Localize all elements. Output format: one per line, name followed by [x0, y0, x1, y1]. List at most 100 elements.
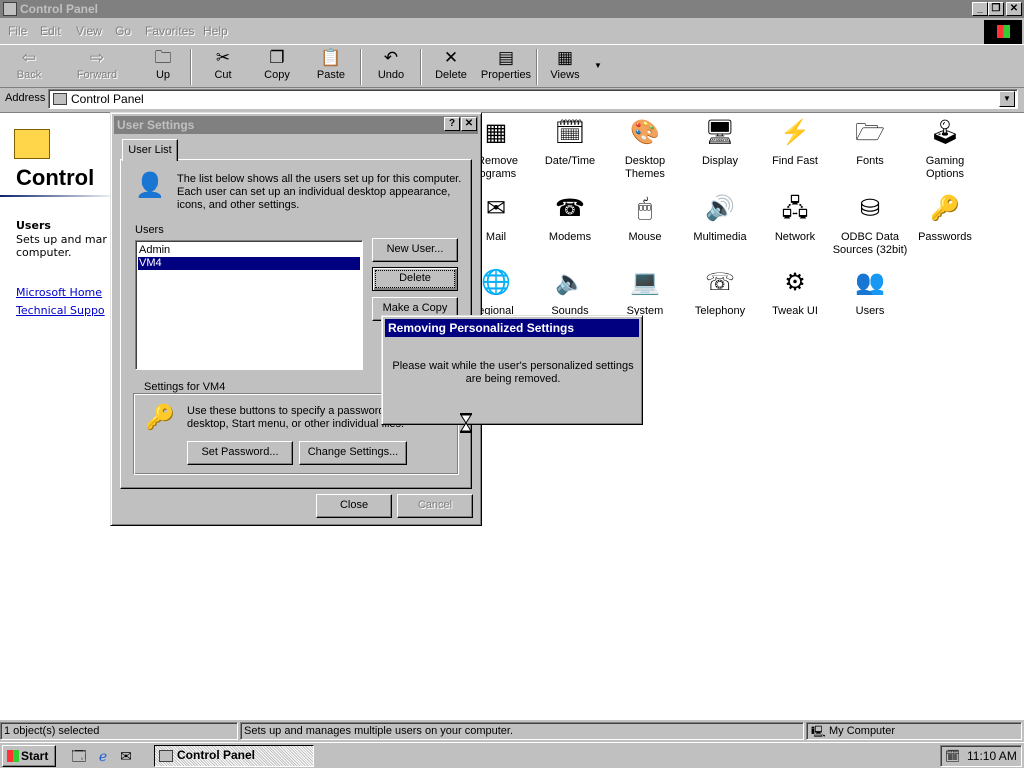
show-desktop-icon[interactable]: 🗔: [70, 747, 88, 765]
address-field[interactable]: Control Panel ▼: [48, 89, 1018, 109]
up-folder-icon: 🗀: [154, 48, 172, 67]
user-icon: 👤: [135, 172, 165, 199]
address-label: Address: [5, 92, 46, 104]
set-password-button[interactable]: Set Password...: [187, 441, 293, 465]
technical-support-link[interactable]: Technical Suppo: [16, 304, 120, 317]
binoculars-icon: ⚡: [780, 119, 810, 146]
monitor-icon: 🖥: [704, 119, 736, 146]
views-dropdown-icon[interactable]: ▼: [594, 61, 602, 70]
cut-button[interactable]: ✂ Cut: [198, 47, 248, 87]
properties-icon: ▤: [497, 48, 515, 67]
cp-item-joystick[interactable]: 🕹 Gaming Options: [907, 117, 983, 181]
modem-phone-icon: ☎: [555, 195, 585, 222]
back-button[interactable]: ⇦ Back: [4, 47, 54, 87]
cp-item-multimedia[interactable]: 🔊 Multimedia: [682, 193, 758, 244]
views-icon: ▦: [556, 48, 574, 67]
clock[interactable]: 11:10 AM: [967, 749, 1017, 763]
removing-dialog-title[interactable]: Removing Personalized Settings: [385, 319, 639, 337]
delete-user-button[interactable]: Delete: [372, 267, 458, 291]
copy-icon: ❐: [269, 48, 285, 67]
cp-item-telephony[interactable]: ☏ Telephony: [682, 267, 758, 318]
hourglass-cursor-icon: [460, 413, 472, 433]
cp-item-speaker[interactable]: 🔈 Sounds: [532, 267, 608, 318]
toolbar-separator: [420, 49, 422, 85]
views-button[interactable]: ▦ Views: [540, 47, 590, 87]
dialog-close-button[interactable]: ✕: [461, 117, 477, 131]
minimize-button[interactable]: _: [972, 2, 988, 16]
selected-item-name: Users: [16, 219, 51, 232]
cp-item-binoculars[interactable]: ⚡ Find Fast: [757, 117, 833, 168]
status-location: 🖳 My Computer: [806, 722, 1022, 740]
toolbar-separator: [536, 49, 538, 85]
cp-item-desktop-themes[interactable]: 🎨 Desktop Themes: [607, 117, 683, 181]
cp-item-label: ODBC Data Sources (32bit): [832, 231, 908, 256]
tab-user-list[interactable]: User List: [122, 139, 178, 161]
menu-favorites[interactable]: Favorites: [145, 24, 194, 38]
menu-edit[interactable]: Edit: [40, 24, 61, 38]
menu-help[interactable]: Help: [203, 24, 228, 38]
selected-item-description: Sets up and mar computer.: [16, 233, 107, 259]
new-user-button[interactable]: New User...: [372, 238, 458, 262]
delete-button[interactable]: ✕ Delete: [426, 47, 476, 87]
network-icon: 🖧: [781, 195, 809, 222]
toolbar-separator: [360, 49, 362, 85]
system-tray: 🗓 11:10 AM: [940, 745, 1022, 767]
close-button[interactable]: ✕: [1006, 2, 1022, 16]
cp-item-odbc[interactable]: ⛁ ODBC Data Sources (32bit): [832, 193, 908, 257]
outlook-express-icon[interactable]: ✉: [117, 747, 135, 765]
paste-button[interactable]: 📋 Paste: [306, 47, 356, 87]
properties-button[interactable]: ▤ Properties: [478, 47, 534, 87]
up-button[interactable]: 🗀 Up: [138, 47, 188, 87]
forward-button[interactable]: ⇨ Forward: [72, 47, 122, 87]
cp-item-keys[interactable]: 🔑 Passwords: [907, 193, 983, 244]
cp-item-label: Users: [855, 305, 885, 317]
cp-item-label: Desktop Themes: [624, 155, 666, 180]
cp-item-label: Find Fast: [772, 155, 818, 167]
copy-button[interactable]: ❐ Copy: [252, 47, 302, 87]
microsoft-home-link[interactable]: Microsoft Home: [16, 286, 120, 299]
menu-view[interactable]: View: [76, 24, 102, 38]
internet-explorer-icon[interactable]: ℯ: [94, 747, 112, 765]
cp-item-monitor[interactable]: 🖥 Display: [682, 117, 758, 168]
menu-go[interactable]: Go: [115, 24, 131, 38]
intro-text: The list below shows all the users set u…: [177, 173, 462, 211]
cp-item-label: Mail: [485, 231, 507, 243]
cp-item-modem-phone[interactable]: ☎ Modems: [532, 193, 608, 244]
cp-item-mouse[interactable]: 🖱 Mouse: [607, 193, 683, 244]
user-settings-title-bar[interactable]: User Settings ? ✕: [114, 116, 478, 134]
calendar-clock-icon: 🗓: [554, 119, 586, 146]
toolbar-separator: [190, 49, 192, 85]
cp-item-label: Passwords: [918, 231, 972, 243]
maximize-button[interactable]: ❐: [988, 2, 1004, 16]
taskbar-control-panel-button[interactable]: Control Panel: [154, 745, 314, 767]
users-listbox[interactable]: Admin VM4: [135, 240, 363, 370]
users-label: Users: [135, 224, 164, 236]
start-button[interactable]: Start: [2, 745, 56, 767]
undo-button[interactable]: ↶ Undo: [366, 47, 416, 87]
list-item[interactable]: Admin: [138, 244, 360, 257]
change-settings-button[interactable]: Change Settings...: [299, 441, 407, 465]
cp-item-tweak-ui[interactable]: ⚙ Tweak UI: [757, 267, 833, 318]
cancel-button[interactable]: Cancel: [397, 494, 473, 518]
forward-arrow-icon: ⇨: [89, 48, 105, 67]
list-item[interactable]: VM4: [138, 257, 360, 270]
cp-item-network[interactable]: 🖧 Network: [757, 193, 833, 244]
cp-item-calendar-clock[interactable]: 🗓 Date/Time: [532, 117, 608, 168]
users-icon: 👥: [855, 269, 885, 296]
cp-item-fonts-folder[interactable]: 🗁 Fonts: [832, 117, 908, 168]
taskbar: Start 🗔 ℯ ✉ Control Panel 🗓 11:10 AM: [0, 742, 1024, 768]
speaker-icon: 🔈: [555, 269, 585, 296]
scheduler-icon[interactable]: 🗓: [945, 746, 960, 766]
control-panel-icon: [159, 750, 173, 762]
delete-x-icon: ✕: [443, 48, 459, 67]
close-dialog-button[interactable]: Close: [316, 494, 392, 518]
divider: [0, 195, 120, 197]
title-bar[interactable]: Control Panel _ ❐ ✕: [0, 0, 1024, 18]
cp-item-users[interactable]: 👥 Users: [832, 267, 908, 318]
cp-item-computer[interactable]: 💻 System: [607, 267, 683, 318]
help-button[interactable]: ?: [444, 117, 460, 131]
computer-icon: 💻: [630, 269, 660, 296]
regional-globe-icon: 🌐: [481, 269, 511, 296]
menu-file[interactable]: File: [8, 24, 27, 38]
chevron-down-icon[interactable]: ▼: [999, 91, 1015, 107]
